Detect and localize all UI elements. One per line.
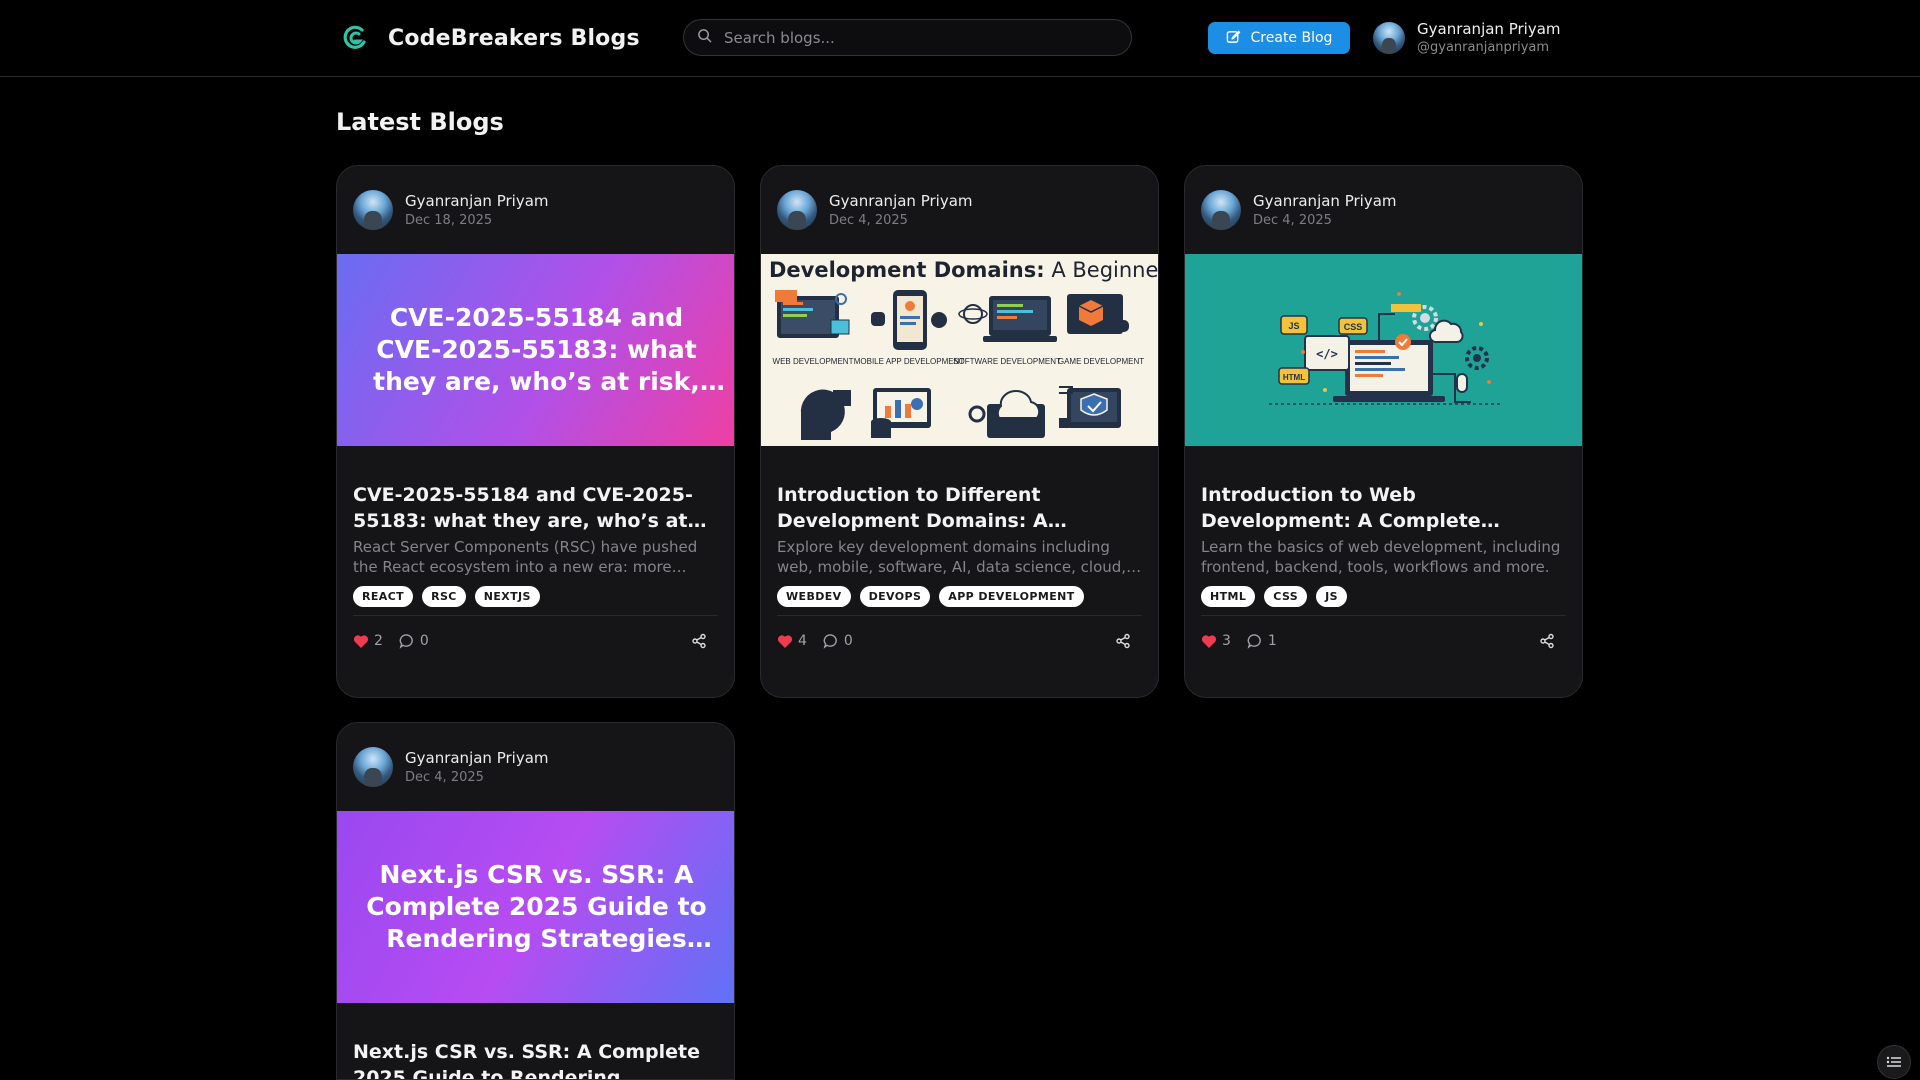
- author-avatar: [353, 747, 393, 787]
- comment-icon: [823, 634, 837, 649]
- blog-title[interactable]: Next.js CSR vs. SSR: A Complete 2025 Gui…: [353, 1039, 718, 1079]
- cover-text: CVE-2025-55184 and CVE-2025-55183: what …: [373, 303, 700, 396]
- author-avatar: [353, 190, 393, 230]
- user-handle: @gyanranjanpriyam: [1417, 40, 1550, 55]
- comment-icon: [399, 634, 413, 649]
- blog-card[interactable]: Gyanranjan Priyam Dec 18, 2025 CVE-2025-…: [336, 165, 735, 698]
- cover-image[interactable]: Development Domains: A Beginner’s Guide: [761, 254, 1158, 446]
- label-web: WEB DEVELOPMENT: [773, 357, 854, 366]
- tag-list: REACT RSC NEXTJS: [353, 586, 718, 608]
- blog-excerpt: Explore key development domains includin…: [777, 538, 1127, 577]
- top-navbar: CodeBreakers Blogs Create Blog Gyanranja…: [0, 0, 1920, 77]
- cover-image[interactable]: </> JS CSS HTML: [1185, 254, 1582, 446]
- heart-icon: [777, 634, 793, 648]
- tag[interactable]: WEBDEV: [777, 586, 851, 608]
- label-software: SOFTWARE DEVELOPMENT: [953, 357, 1061, 366]
- share-button[interactable]: [1536, 630, 1558, 652]
- tag[interactable]: JS: [1316, 586, 1347, 608]
- label-mobile: MOBILE APP DEVELOPMENT: [854, 357, 965, 366]
- like-button[interactable]: 4: [777, 633, 807, 649]
- svg-text:</>: </>: [1316, 347, 1338, 361]
- badge-html: HTML: [1283, 373, 1305, 382]
- comment-count: 1: [1267, 633, 1277, 650]
- web-development-illustration: </> JS CSS HTML: [1269, 292, 1501, 405]
- like-button[interactable]: 2: [353, 633, 383, 649]
- share-icon: [1540, 633, 1554, 649]
- user-menu[interactable]: Gyanranjan Priyam @gyanranjanpriyam: [1373, 20, 1561, 55]
- heart-icon: [353, 634, 369, 648]
- cover-image[interactable]: CVE-2025-55184 and CVE-2025-55183: what …: [337, 254, 734, 446]
- comment-button[interactable]: 0: [399, 633, 429, 649]
- development-domains-illustration: WEB DEVELOPMENT MOBILE APP DEVELOPMENT S…: [773, 290, 1144, 440]
- heart-icon: [1201, 634, 1217, 648]
- blog-card[interactable]: Gyanranjan Priyam Dec 4, 2025 </> JS CSS…: [1184, 165, 1583, 698]
- create-blog-label: Create Blog: [1250, 30, 1333, 46]
- tag[interactable]: DEVOPS: [859, 586, 931, 608]
- tag-list: HTML CSS JS: [1201, 586, 1566, 608]
- create-blog-button[interactable]: Create Blog: [1208, 22, 1350, 54]
- author-name: Gyanranjan Priyam: [405, 749, 549, 767]
- post-date: Dec 4, 2025: [405, 770, 484, 785]
- badge-js: JS: [1288, 321, 1299, 331]
- share-button[interactable]: [1112, 630, 1134, 652]
- brand-logo-icon: [340, 23, 370, 53]
- tag[interactable]: APP DEVELOPMENT: [939, 586, 1084, 608]
- search-box[interactable]: [683, 19, 1132, 56]
- comment-button[interactable]: 0: [823, 633, 853, 649]
- user-avatar: [1373, 21, 1405, 54]
- comment-count: 0: [419, 633, 429, 650]
- brand[interactable]: CodeBreakers Blogs: [340, 20, 640, 56]
- cover-image[interactable]: Next.js CSR vs. SSR: A Complete 2025 Gui…: [337, 811, 734, 1003]
- tag-list: WEBDEV DEVOPS APP DEVELOPMENT: [777, 586, 1142, 608]
- blog-title[interactable]: Introduction to Different Development Do…: [777, 482, 1142, 534]
- tag[interactable]: RSC: [422, 586, 466, 608]
- badge-css: CSS: [1344, 322, 1363, 332]
- cover-text: Next.js CSR vs. SSR: A Complete 2025 Gui…: [366, 860, 707, 953]
- share-icon: [692, 633, 706, 649]
- brand-name: CodeBreakers Blogs: [388, 25, 640, 51]
- tag[interactable]: CSS: [1264, 586, 1308, 608]
- share-icon: [1116, 633, 1130, 649]
- user-name: Gyanranjan Priyam: [1417, 20, 1561, 38]
- blog-card[interactable]: Gyanranjan Priyam Dec 4, 2025 Developmen…: [760, 165, 1159, 698]
- blog-excerpt: React Server Components (RSC) have pushe…: [353, 538, 698, 577]
- comment-count: 0: [843, 633, 853, 650]
- like-button[interactable]: 3: [1201, 633, 1231, 649]
- page-title: Latest Blogs: [336, 108, 504, 136]
- tag[interactable]: HTML: [1201, 586, 1256, 608]
- comment-button[interactable]: 1: [1247, 633, 1277, 649]
- edit-icon: [1226, 29, 1241, 48]
- author-avatar: [777, 190, 817, 230]
- author-avatar: [1201, 190, 1241, 230]
- tag[interactable]: REACT: [353, 586, 414, 608]
- post-date: Dec 4, 2025: [829, 213, 908, 228]
- blog-excerpt: Learn the basics of web development, inc…: [1201, 538, 1561, 577]
- tag[interactable]: NEXTJS: [474, 586, 540, 608]
- author-name: Gyanranjan Priyam: [1253, 192, 1397, 210]
- post-date: Dec 4, 2025: [1253, 213, 1332, 228]
- label-game: GAME DEVELOPMENT: [1058, 357, 1144, 366]
- post-date: Dec 18, 2025: [405, 213, 493, 228]
- author-name: Gyanranjan Priyam: [829, 192, 973, 210]
- comment-icon: [1247, 634, 1261, 649]
- author-name: Gyanranjan Priyam: [405, 192, 549, 210]
- share-button[interactable]: [688, 630, 710, 652]
- search-input[interactable]: [724, 28, 1131, 47]
- blog-title[interactable]: Introduction to Web Development: A Compl…: [1201, 482, 1566, 534]
- blog-card[interactable]: Gyanranjan Priyam Dec 4, 2025 Next.js CS…: [336, 722, 735, 1080]
- list-icon: [1886, 1056, 1901, 1067]
- blog-title[interactable]: CVE-2025-55184 and CVE-2025-55183: what …: [353, 482, 718, 534]
- like-count: 3: [1222, 633, 1231, 650]
- toc-toggle-button[interactable]: [1877, 1045, 1911, 1079]
- like-count: 4: [798, 633, 807, 650]
- search-icon: [697, 28, 712, 47]
- like-count: 2: [374, 633, 383, 650]
